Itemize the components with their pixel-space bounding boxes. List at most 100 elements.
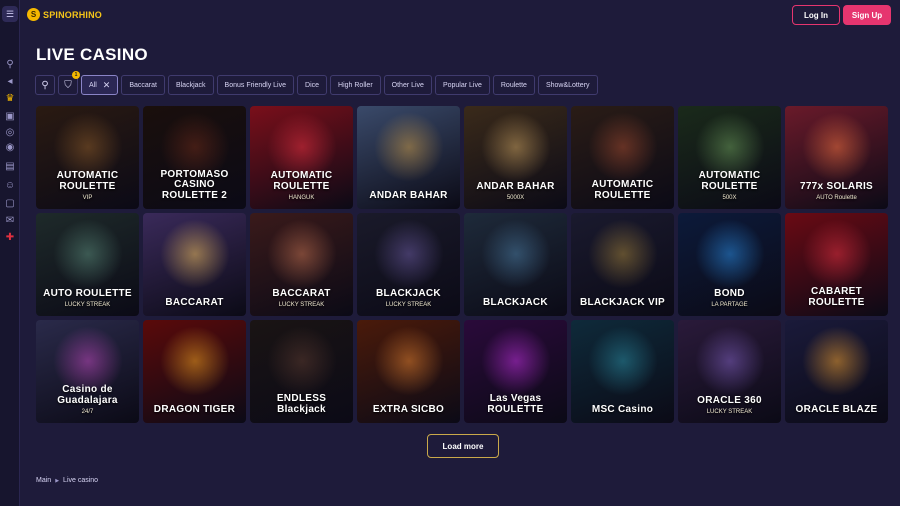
page-title: LIVE CASINO <box>36 45 148 64</box>
filter-chip-other-live[interactable]: Other Live <box>383 75 432 95</box>
game-art <box>587 112 658 183</box>
game-art <box>480 326 551 397</box>
game-title: BOND <box>714 287 745 299</box>
search-button[interactable]: ⚲ <box>35 75 55 95</box>
filter-chip-all[interactable]: All ✕ <box>81 75 119 95</box>
game-tile[interactable]: CABARET ROULETTE <box>785 213 888 316</box>
game-art <box>373 219 444 290</box>
search-icon: ⚲ <box>41 79 49 91</box>
game-tile[interactable]: BLACKJACK VIP <box>571 213 674 316</box>
left-rail: ☰ ⚲ ◂ ♛ ▣ ◎ ◉ ▤ ☺ ▢ ✉ ✚ <box>0 0 20 506</box>
game-tile[interactable]: AUTOMATIC ROULETTE HANGUK <box>250 106 353 209</box>
filter-chip-popular-live[interactable]: Popular Live <box>434 75 490 95</box>
game-tile[interactable]: ORACLE BLAZE <box>785 320 888 423</box>
game-art <box>801 219 872 290</box>
game-art <box>159 326 230 397</box>
support-icon[interactable]: ☺ <box>4 179 16 191</box>
filter-chip-dice[interactable]: Dice <box>297 75 328 95</box>
game-art <box>694 326 765 397</box>
game-art <box>801 112 872 183</box>
game-subtitle: AUTO Roulette <box>816 195 857 201</box>
poker-chip-icon[interactable]: ◎ <box>4 126 16 138</box>
game-tile[interactable]: AUTO ROULETTE LUCKY STREAK <box>36 213 139 316</box>
game-title: Las Vegas ROULETTE <box>487 393 544 415</box>
logo-text: SPINORHINO <box>43 9 103 20</box>
cards-icon[interactable]: ▤ <box>4 160 16 172</box>
game-subtitle: VIP <box>82 195 93 201</box>
game-subtitle: LUCKY STREAK <box>385 302 432 308</box>
game-tile[interactable]: Las Vegas ROULETTE <box>464 320 567 423</box>
game-title: MSC Casino <box>591 403 654 415</box>
breadcrumb-current: Live casino <box>63 477 99 484</box>
game-art <box>480 112 551 183</box>
game-tile[interactable]: ANDAR BAHAR 5000X <box>464 106 567 209</box>
game-title: BLACKJACK <box>376 287 441 299</box>
game-title: BACCARAT <box>165 296 224 308</box>
filter-chip-roulette[interactable]: Roulette <box>492 75 535 95</box>
game-title: ENDLESS Blackjack <box>276 393 327 415</box>
megaphone-icon[interactable]: ◂ <box>4 75 16 87</box>
game-title: BACCARAT <box>272 287 331 299</box>
crown-icon[interactable]: ♛ <box>4 92 16 104</box>
filter-bar: ⚲ ⛉ 1 All ✕ Baccarat Blackjack Bonus Fri… <box>35 71 598 95</box>
game-title: PORTOMASO CASINO ROULETTE 2 <box>160 168 229 201</box>
menu-icon[interactable]: ☰ <box>2 6 18 22</box>
filter-chip-baccarat[interactable]: Baccarat <box>121 75 165 95</box>
game-title: AUTOMATIC ROULETTE <box>56 170 119 192</box>
game-subtitle: 500X <box>722 195 737 201</box>
breadcrumb: Main ▶ Live casino <box>36 477 98 484</box>
game-tile[interactable]: AUTOMATIC ROULETTE <box>571 106 674 209</box>
filter-chip-blackjack[interactable]: Blackjack <box>167 75 214 95</box>
game-art <box>801 326 872 397</box>
game-art <box>587 326 658 397</box>
slots-icon[interactable]: ▣ <box>4 110 16 122</box>
game-tile[interactable]: MSC Casino <box>571 320 674 423</box>
load-more-button[interactable]: Load more <box>427 434 499 458</box>
game-subtitle: LUCKY STREAK <box>64 302 111 308</box>
game-tile[interactable]: BLACKJACK <box>464 213 567 316</box>
game-tile[interactable]: BACCARAT <box>143 213 246 316</box>
game-tile[interactable]: BACCARAT LUCKY STREAK <box>250 213 353 316</box>
game-tile[interactable]: ORACLE 360 LUCKY STREAK <box>678 320 781 423</box>
game-subtitle: HANGUK <box>288 195 315 201</box>
game-tile[interactable]: BLACKJACK LUCKY STREAK <box>357 213 460 316</box>
filter-count-badge: 1 <box>72 71 80 79</box>
game-tile[interactable]: EXTRA SICBO <box>357 320 460 423</box>
game-tile[interactable]: 777x SOLARIS AUTO Roulette <box>785 106 888 209</box>
game-tile[interactable]: BOND LA PARTAGE <box>678 213 781 316</box>
chevron-right-icon: ▶ <box>55 477 60 484</box>
game-art <box>266 326 337 397</box>
filter-chip-bonus-friendly-live[interactable]: Bonus Friendly Live <box>216 75 295 95</box>
game-tile[interactable]: Casino de Guadalajara 24/7 <box>36 320 139 423</box>
lock-icon[interactable]: ▢ <box>4 197 16 209</box>
game-art <box>694 219 765 290</box>
flag-uk-icon[interactable]: ✚ <box>4 231 16 243</box>
filter-button[interactable]: ⛉ 1 <box>58 71 80 95</box>
site-logo[interactable]: S SPINORHINO <box>27 8 102 21</box>
search-icon[interactable]: ⚲ <box>4 58 16 70</box>
game-tile[interactable]: AUTOMATIC ROULETTE VIP <box>36 106 139 209</box>
filter-chip-high-roller[interactable]: High Roller <box>330 75 381 95</box>
game-title: 777x SOLARIS <box>799 180 874 192</box>
game-title: ANDAR BAHAR <box>369 189 448 201</box>
game-title: DRAGON TIGER <box>153 403 236 415</box>
game-title: AUTO ROULETTE <box>43 287 132 299</box>
game-title: ORACLE BLAZE <box>795 403 878 415</box>
game-art <box>373 112 444 183</box>
game-art <box>266 219 337 290</box>
breadcrumb-home[interactable]: Main <box>36 477 51 484</box>
filter-chip-show-lottery[interactable]: Show&Lottery <box>537 75 598 95</box>
chat-icon[interactable]: ✉ <box>4 214 16 226</box>
game-subtitle: 5000X <box>506 195 525 201</box>
live-icon[interactable]: ◉ <box>4 141 16 153</box>
game-tile[interactable]: PORTOMASO CASINO ROULETTE 2 <box>143 106 246 209</box>
signup-button[interactable]: Sign Up <box>843 5 891 25</box>
game-art <box>480 219 551 290</box>
game-tile[interactable]: ENDLESS Blackjack <box>250 320 353 423</box>
close-icon[interactable]: ✕ <box>103 80 111 91</box>
game-tile[interactable]: DRAGON TIGER <box>143 320 246 423</box>
game-tile[interactable]: AUTOMATIC ROULETTE 500X <box>678 106 781 209</box>
game-title: BLACKJACK VIP <box>579 296 666 308</box>
login-button[interactable]: Log In <box>792 5 840 25</box>
game-tile[interactable]: ANDAR BAHAR <box>357 106 460 209</box>
